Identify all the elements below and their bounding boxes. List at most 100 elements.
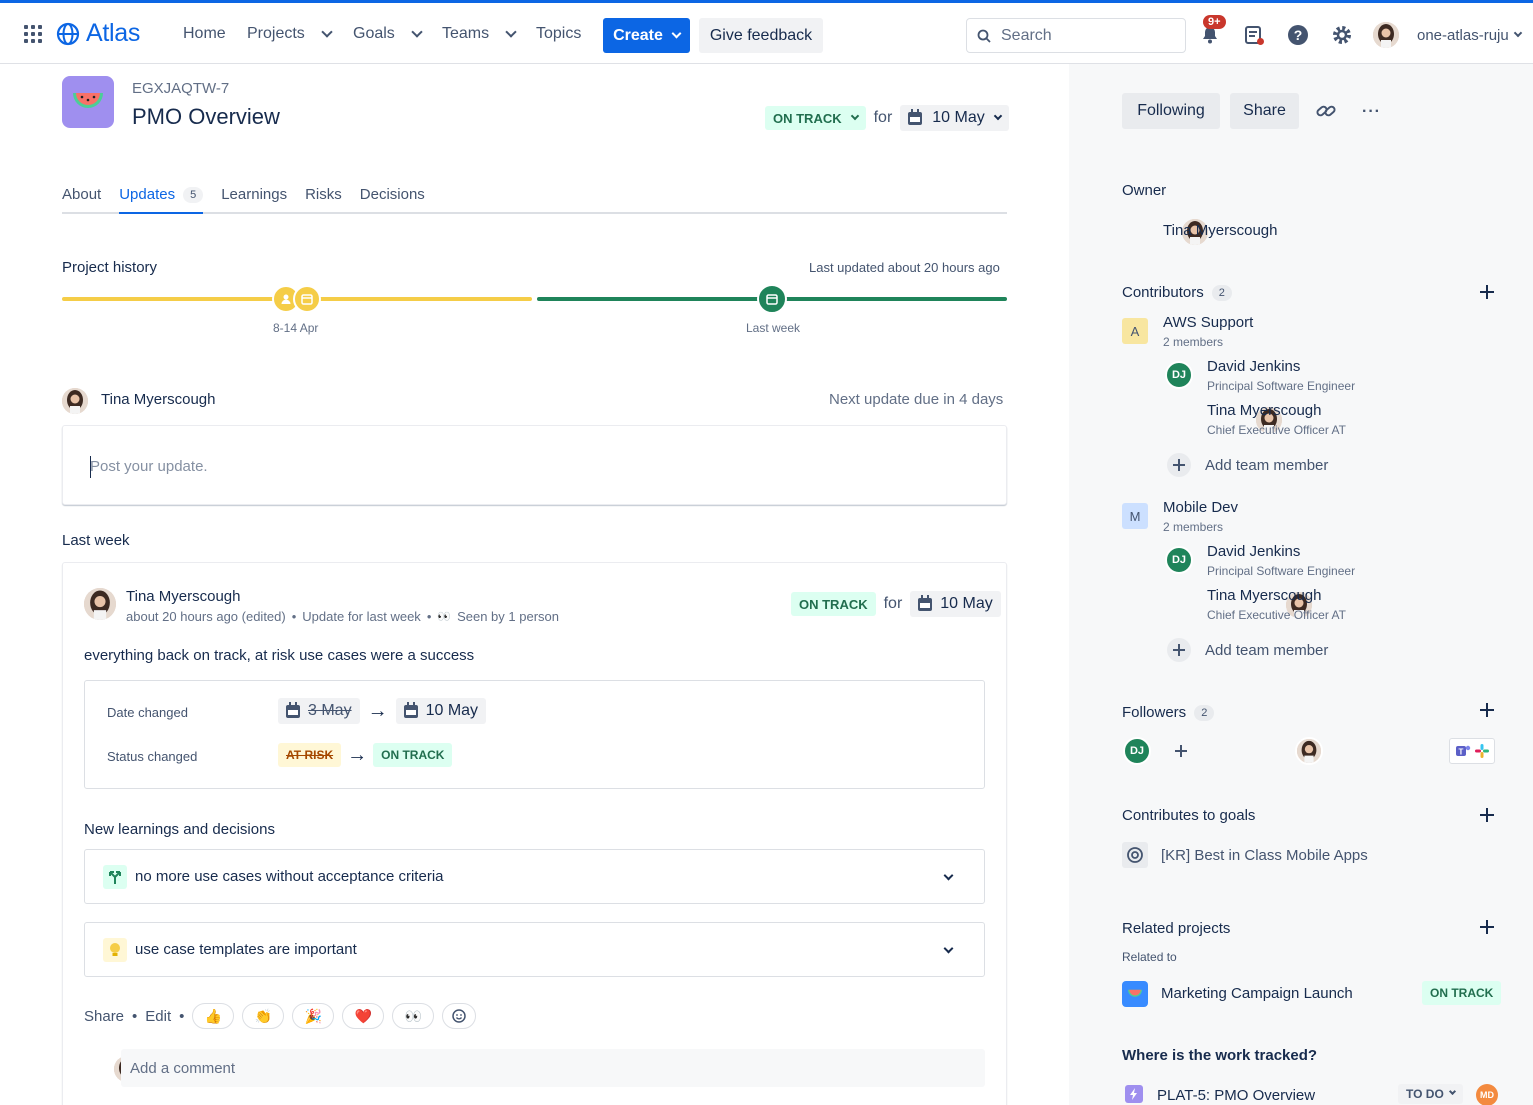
share-link[interactable]: Share — [84, 1008, 124, 1025]
follower-avatar[interactable]: DJ — [1123, 737, 1151, 765]
member-role: Principal Software Engineer — [1207, 379, 1356, 393]
status-dropdown[interactable]: ON TRACK — [765, 106, 866, 130]
project-icon[interactable] — [62, 76, 114, 128]
history-calendar-icon[interactable] — [757, 284, 787, 314]
add-member-icon[interactable] — [1167, 453, 1191, 477]
chevron-down-icon[interactable] — [943, 943, 954, 954]
goal-link[interactable]: [KR] Best in Class Mobile Apps — [1161, 847, 1368, 864]
nav-goals-label: Goals — [353, 25, 395, 42]
integrations-button[interactable]: T — [1449, 738, 1495, 764]
add-reaction-icon[interactable] — [442, 1003, 477, 1029]
team-name[interactable]: AWS Support — [1163, 314, 1253, 331]
for-label: for — [873, 109, 893, 126]
history-calendar-icon[interactable] — [293, 285, 321, 313]
chevron-down-icon — [850, 111, 859, 120]
nav-goals[interactable]: Goals — [353, 25, 423, 43]
watermelon-icon — [73, 93, 103, 108]
thumbs-up-reaction[interactable]: 👍 — [192, 1003, 235, 1029]
create-button[interactable]: Create — [603, 18, 690, 53]
calendar-icon — [403, 701, 418, 718]
clap-reaction[interactable]: 👏 — [242, 1003, 285, 1029]
add-follower-small-icon[interactable] — [1169, 739, 1193, 763]
search-input[interactable]: Search — [966, 18, 1186, 53]
composer-author: Tina Myerscough — [101, 391, 216, 408]
more-actions-icon[interactable]: ··· — [1362, 103, 1381, 121]
learning-item[interactable]: no more use cases without acceptance cri… — [84, 849, 985, 904]
target-date-dropdown[interactable]: 10 May — [900, 105, 1009, 131]
add-member-icon[interactable] — [1167, 638, 1191, 662]
tracked-status-dropdown[interactable]: TO DO — [1398, 1084, 1463, 1104]
nav-home[interactable]: Home — [183, 25, 226, 43]
whats-new-icon[interactable] — [1242, 23, 1266, 47]
chevron-down-icon[interactable] — [943, 870, 954, 881]
member-name[interactable]: Tina Myerscough — [1207, 402, 1322, 419]
add-contributor-icon[interactable] — [1480, 285, 1494, 299]
add-follower-icon[interactable] — [1480, 703, 1494, 717]
nav-projects[interactable]: Projects — [247, 25, 333, 43]
party-reaction[interactable]: 🎉 — [292, 1003, 335, 1029]
svg-text:T: T — [1459, 748, 1464, 757]
project-history-title: Project history — [62, 259, 158, 276]
status-change-row: AT RISK → ON TRACK — [278, 743, 453, 767]
tab-risks[interactable]: Risks — [305, 186, 342, 214]
tab-label: Learnings — [221, 186, 288, 203]
edit-link[interactable]: Edit — [145, 1008, 171, 1025]
project-key[interactable]: EGXJAQTW-7 — [132, 80, 229, 97]
work-tracked-heading: Where is the work tracked? — [1122, 1047, 1318, 1064]
update-author[interactable]: Tina Myerscough — [126, 588, 241, 605]
member-name[interactable]: Tina Myerscough — [1207, 587, 1322, 604]
member-role: Chief Executive Officer AT — [1207, 423, 1346, 437]
contributors-label: Contributors — [1122, 284, 1204, 301]
post-update-input[interactable]: Post your update. — [62, 425, 1007, 505]
update-meta: about 20 hours ago (edited) • Update for… — [126, 609, 559, 624]
slack-icon — [1475, 744, 1489, 758]
nav-topics[interactable]: Topics — [536, 25, 581, 43]
related-projects-heading: Related projects — [1122, 920, 1231, 937]
add-team-member-link[interactable]: Add team member — [1205, 642, 1328, 659]
give-feedback-button[interactable]: Give feedback — [699, 18, 823, 53]
author-avatar[interactable] — [84, 588, 116, 620]
member-name[interactable]: David Jenkins — [1207, 543, 1300, 560]
learning-item[interactable]: use case templates are important — [84, 922, 985, 977]
comment-input[interactable]: Add a comment — [121, 1049, 985, 1087]
add-related-project-icon[interactable] — [1480, 920, 1494, 934]
tab-learnings[interactable]: Learnings — [221, 186, 287, 214]
settings-gear-icon[interactable] — [1330, 23, 1354, 47]
chevron-down-icon — [993, 111, 1002, 120]
nav-teams[interactable]: Teams — [442, 25, 517, 43]
tab-about[interactable]: About — [62, 186, 101, 214]
team-name[interactable]: Mobile Dev — [1163, 499, 1238, 516]
following-button[interactable]: Following — [1122, 93, 1220, 129]
chevron-down-icon — [671, 28, 682, 38]
assignee-avatar[interactable]: MD — [1476, 1084, 1498, 1105]
link-icon[interactable] — [1315, 101, 1337, 124]
add-goal-icon[interactable] — [1480, 808, 1494, 822]
feedback-label: Give feedback — [709, 26, 813, 44]
user-menu[interactable]: one-atlas-ruju — [1417, 27, 1522, 44]
followers-heading: Followers 2 — [1122, 704, 1215, 721]
share-button[interactable]: Share — [1230, 93, 1299, 129]
eyes-reaction[interactable]: 👀 — [392, 1003, 435, 1029]
date-change-row: 3 May → 10 May — [278, 698, 487, 724]
owner-name[interactable]: Tina Myerscough — [1163, 222, 1278, 239]
atlas-logo[interactable]: Atlas — [56, 19, 140, 48]
tab-decisions[interactable]: Decisions — [360, 186, 425, 214]
old-date: 3 May — [308, 702, 352, 719]
seen-by[interactable]: Seen by 1 person — [457, 609, 559, 624]
lightbulb-icon — [103, 937, 127, 962]
add-team-member-link[interactable]: Add team member — [1205, 457, 1328, 474]
tracked-issue-link[interactable]: PLAT-5: PMO Overview — [1157, 1087, 1315, 1104]
member-name[interactable]: David Jenkins — [1207, 358, 1300, 375]
date-changed-label: Date changed — [107, 705, 188, 720]
related-project-link[interactable]: Marketing Campaign Launch — [1161, 985, 1353, 1002]
tab-updates[interactable]: Updates 5 — [119, 186, 204, 214]
user-avatar[interactable] — [1373, 22, 1399, 48]
arrow-right-icon: → — [367, 699, 388, 722]
page-title[interactable]: PMO Overview — [132, 104, 280, 130]
help-icon[interactable]: ? — [1286, 23, 1310, 47]
post-update-placeholder: Post your update. — [90, 458, 208, 475]
tab-label: Decisions — [359, 186, 425, 203]
app-switcher-icon[interactable] — [24, 25, 42, 43]
new-status-lozenge: ON TRACK — [373, 743, 453, 767]
heart-reaction[interactable]: ❤️ — [342, 1003, 385, 1029]
